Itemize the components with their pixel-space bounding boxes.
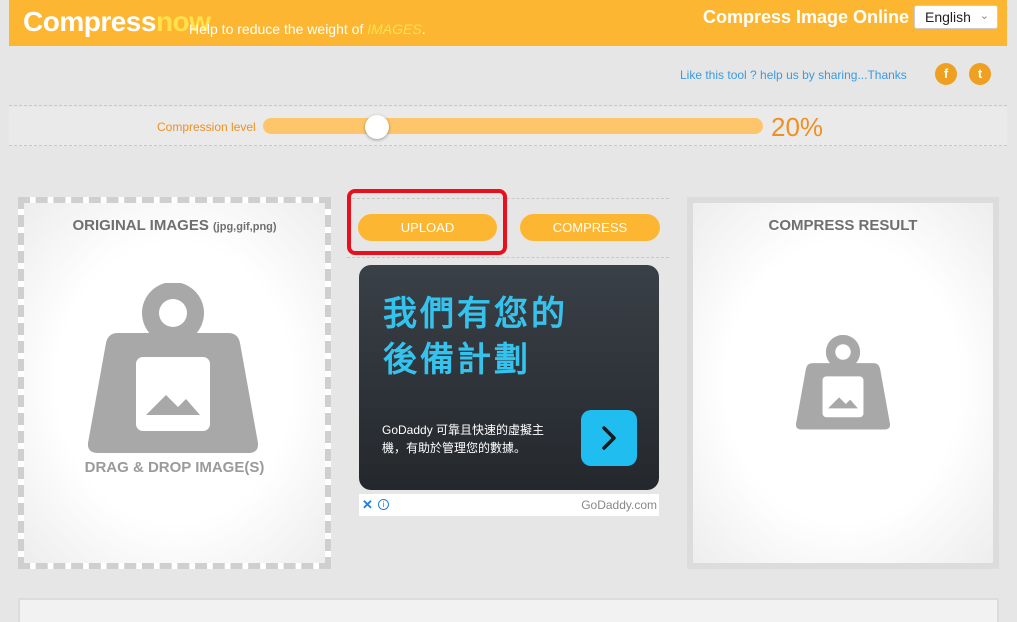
- compression-value: 20%: [771, 112, 824, 142]
- chevron-right-icon: [602, 426, 616, 450]
- share-text: Like this tool ? help us by sharing...Th…: [680, 68, 907, 82]
- drag-drop-text: DRAG & DROP IMAGE(S): [84, 459, 265, 476]
- compress-result-title: COMPRESS RESULT: [768, 217, 918, 234]
- tagline-suffix: .: [421, 21, 426, 37]
- compress-result-panel: COMPRESS RESULT: [687, 197, 999, 569]
- facebook-icon[interactable]: f: [935, 63, 957, 85]
- ad-brand[interactable]: GoDaddy.com: [581, 498, 657, 512]
- ad-headline-line1: 我們有您的: [383, 295, 568, 333]
- ad-footer: ✕ i GoDaddy.com: [359, 494, 659, 516]
- chevron-down-icon: ⌄: [979, 10, 989, 22]
- compression-slider-thumb[interactable]: [365, 115, 389, 139]
- tagline-highlight: IMAGES: [367, 21, 422, 37]
- upload-highlight-box: [347, 189, 507, 255]
- close-icon[interactable]: ✕: [362, 497, 373, 513]
- header-bar: Compressnow Help to reduce the weight of…: [9, 0, 1007, 46]
- share-row: Like this tool ? help us by sharing...Th…: [9, 46, 1007, 106]
- original-images-title: ORIGINAL IMAGES (jpg,gif,png): [24, 217, 325, 234]
- logo[interactable]: Compressnow: [23, 6, 211, 38]
- weight-image-icon: [88, 283, 258, 453]
- original-images-dropzone[interactable]: ORIGINAL IMAGES (jpg,gif,png) DRAG & DRO…: [18, 197, 331, 569]
- bottom-panel: [18, 598, 999, 622]
- compression-slider-track[interactable]: [263, 118, 763, 134]
- ad-headline-line2: 後備計劃: [383, 341, 531, 379]
- tagline-prefix: Help to reduce the weight of: [189, 21, 368, 37]
- compress-button[interactable]: COMPRESS: [520, 214, 660, 241]
- original-title-text: ORIGINAL IMAGES: [72, 217, 209, 234]
- info-icon[interactable]: i: [378, 499, 389, 510]
- tagline: Help to reduce the weight of IMAGES.: [189, 21, 426, 37]
- ad-body: GoDaddy 可靠且快速的虛擬主機，有助於管理您的數據。: [382, 423, 545, 455]
- logo-main: Compress: [23, 6, 156, 37]
- ad-arrow-button[interactable]: [581, 410, 637, 466]
- compression-label: Compression level: [157, 120, 256, 134]
- header-title: Compress Image Online: [703, 7, 910, 27]
- compression-row: Compression level 20%: [9, 107, 1007, 146]
- ad-headline: 我們有您的 後備計劃: [383, 291, 568, 383]
- language-select[interactable]: English ⌄: [914, 5, 998, 29]
- twitter-icon[interactable]: t: [969, 63, 991, 85]
- weight-image-icon: [796, 335, 890, 430]
- language-value: English: [925, 9, 971, 25]
- ad-banner[interactable]: 我們有您的 後備計劃 GoDaddy 可靠且快速的虛擬主機，有助於管理您的數據。: [359, 265, 659, 490]
- original-formats: (jpg,gif,png): [213, 221, 277, 233]
